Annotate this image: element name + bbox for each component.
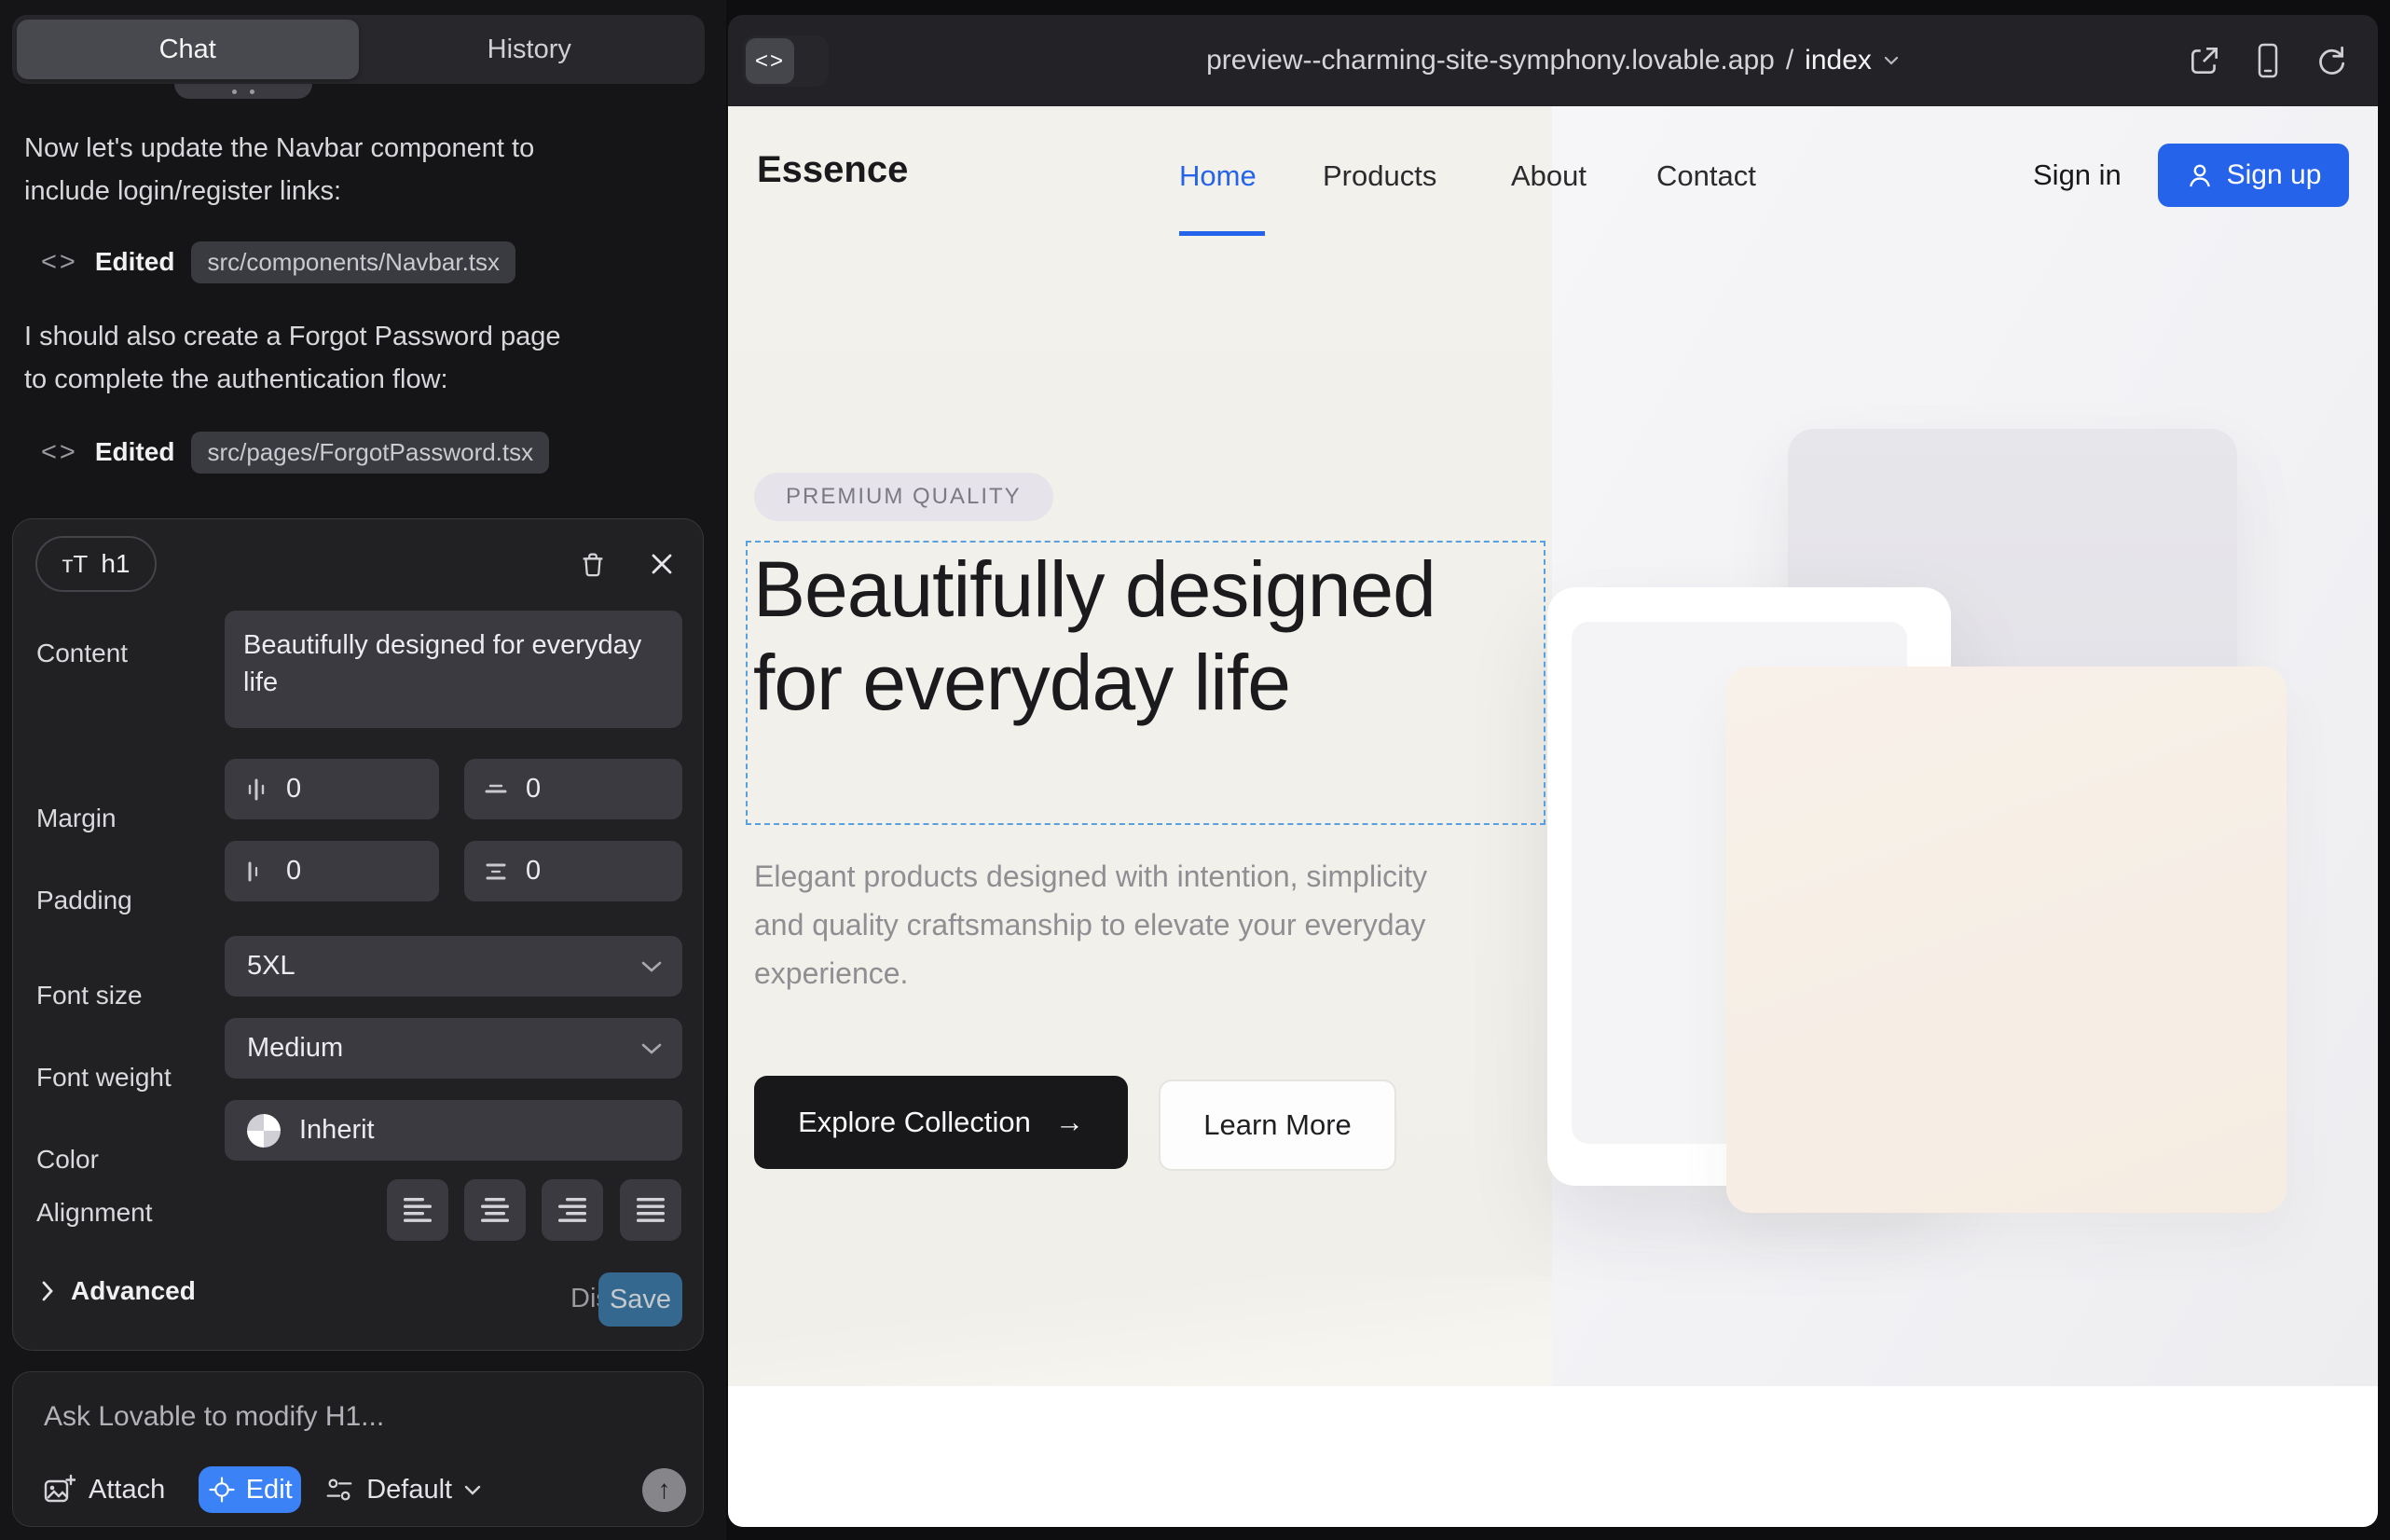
chevron-right-icon [41, 1280, 54, 1302]
code-icon: <> [41, 247, 78, 278]
preview-path: index [1805, 45, 1872, 76]
align-justify-button[interactable] [620, 1179, 681, 1241]
chevron-down-icon [639, 1041, 664, 1056]
align-right-icon [557, 1196, 587, 1224]
align-left-button[interactable] [387, 1179, 448, 1241]
close-editor-button[interactable] [641, 543, 682, 584]
font-size-select[interactable]: 5XL [225, 936, 682, 997]
crosshair-icon [208, 1476, 236, 1504]
chat-history-tabbar: Chat History [12, 15, 705, 84]
font-size-label: Font size [36, 981, 143, 1011]
sliders-icon [323, 1474, 355, 1506]
send-arrow-icon: ↑ [658, 1475, 671, 1505]
edited-file-row: <> Edited src/pages/ForgotPassword.tsx [41, 431, 549, 474]
url-separator: / [1786, 45, 1793, 76]
composer-input[interactable]: Ask Lovable to modify H1... [44, 1401, 384, 1433]
site-logo[interactable]: Essence [757, 149, 908, 191]
hero-badge: PREMIUM QUALITY [754, 473, 1053, 521]
font-weight-label: Font weight [36, 1063, 172, 1093]
margin-vertical-icon [483, 777, 509, 803]
arrow-right-icon: → [1055, 1106, 1084, 1139]
typography-icon: тT [62, 550, 89, 579]
site-preview: Essence Home Products About Contact Sign… [728, 106, 2378, 1527]
margin-x-input[interactable]: 0 [225, 759, 439, 819]
margin-label: Margin [36, 804, 117, 833]
alignment-label: Alignment [36, 1198, 153, 1228]
align-center-button[interactable] [464, 1179, 526, 1241]
margin-y-input[interactable]: 0 [464, 759, 682, 819]
default-mode-select[interactable]: Default [323, 1474, 482, 1506]
color-label: Color [36, 1145, 99, 1175]
nav-link-contact[interactable]: Contact [1656, 159, 1756, 193]
color-swatch [247, 1114, 281, 1148]
user-icon [2186, 161, 2214, 189]
file-chip[interactable]: src/pages/ForgotPassword.tsx [191, 432, 549, 474]
save-button[interactable]: Save [598, 1272, 682, 1327]
attach-image-icon [42, 1473, 76, 1506]
attach-button[interactable]: Attach [42, 1473, 165, 1506]
file-chip[interactable]: src/components/Navbar.tsx [191, 241, 515, 283]
external-link-icon [2187, 43, 2222, 78]
edited-label: Edited [95, 437, 175, 467]
edit-mode-button[interactable]: Edit [199, 1466, 301, 1513]
delete-element-button[interactable] [572, 543, 613, 584]
chevron-down-icon [1883, 55, 1900, 66]
align-center-icon [480, 1196, 510, 1224]
chat-composer[interactable]: Ask Lovable to modify H1... Attach Edit [12, 1371, 704, 1527]
smartphone-icon [2252, 42, 2284, 79]
padding-y-input[interactable]: 0 [464, 841, 682, 901]
preview-browser-window: <> preview--charming-site-symphony.lovab… [728, 15, 2378, 1527]
refresh-button[interactable] [2313, 42, 2350, 79]
padding-label: Padding [36, 886, 132, 915]
decorative-cream-card [1726, 667, 2287, 1213]
preview-url: preview--charming-site-symphony.lovable.… [1206, 45, 1775, 76]
align-left-icon [403, 1196, 433, 1224]
color-select[interactable]: Inherit [225, 1100, 682, 1161]
content-input[interactable]: Beautifully designed for everyday life [225, 611, 682, 728]
advanced-toggle[interactable]: Advanced [41, 1276, 196, 1306]
padding-x-input[interactable]: 0 [225, 841, 439, 901]
element-tag-label: h1 [101, 549, 130, 579]
tab-history[interactable]: History [359, 20, 701, 79]
hero-description: Elegant products designed with intention… [754, 852, 1477, 997]
nav-link-about[interactable]: About [1511, 159, 1586, 193]
tab-chat[interactable]: Chat [17, 20, 359, 79]
align-justify-icon [636, 1196, 666, 1224]
learn-more-button[interactable]: Learn More [1159, 1079, 1396, 1171]
padding-vertical-icon [483, 859, 509, 885]
chevron-down-icon [463, 1484, 482, 1496]
hero-heading[interactable]: Beautifully designed for everyday life [753, 543, 1541, 729]
edited-label: Edited [95, 247, 175, 277]
open-in-new-tab-button[interactable] [2186, 42, 2223, 79]
scrolled-chip-peek [174, 84, 312, 99]
chevron-down-icon [639, 959, 664, 974]
refresh-icon [2314, 43, 2349, 78]
align-right-button[interactable] [542, 1179, 603, 1241]
code-icon: <> [41, 437, 78, 468]
address-bar[interactable]: preview--charming-site-symphony.lovable.… [728, 15, 2378, 106]
margin-horizontal-icon [243, 777, 269, 803]
sign-up-button[interactable]: Sign up [2158, 144, 2349, 207]
chat-message: I should also create a Forgot Password p… [24, 315, 574, 401]
sign-in-link[interactable]: Sign in [2033, 158, 2122, 192]
browser-toolbar: <> preview--charming-site-symphony.lovab… [728, 15, 2378, 106]
close-icon [647, 549, 677, 579]
hero-diagonal-accent [728, 1276, 1552, 1386]
chat-panel: Chat History Now let's update the Navbar… [0, 0, 726, 1540]
nav-link-products[interactable]: Products [1323, 159, 1436, 193]
active-nav-underline [1179, 231, 1265, 236]
padding-horizontal-icon [243, 859, 269, 885]
mobile-view-button[interactable] [2249, 42, 2287, 79]
content-label: Content [36, 639, 128, 668]
font-weight-select[interactable]: Medium [225, 1018, 682, 1079]
edited-file-row: <> Edited src/components/Navbar.tsx [41, 241, 515, 283]
element-tag-pill[interactable]: тT h1 [35, 536, 157, 592]
explore-collection-button[interactable]: Explore Collection → [754, 1076, 1128, 1169]
nav-link-home[interactable]: Home [1179, 159, 1257, 193]
element-editor-panel: тT h1 Content Beautifully designed for e… [12, 518, 704, 1351]
trash-icon [577, 548, 609, 580]
send-button[interactable]: ↑ [642, 1468, 686, 1512]
chat-message: Now let's update the Navbar component to… [24, 127, 574, 213]
